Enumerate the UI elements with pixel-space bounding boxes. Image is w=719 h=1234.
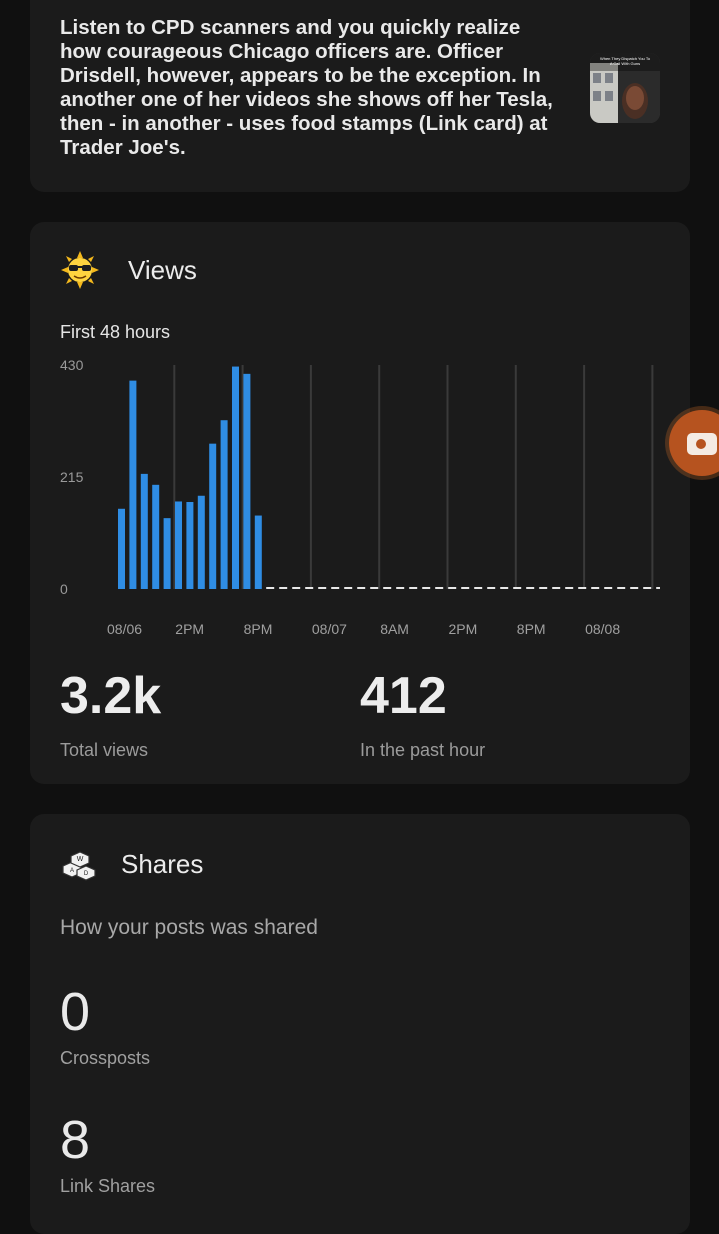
x-tick-label: 08/06	[107, 621, 142, 637]
chart-bars	[118, 366, 262, 589]
thumbnail-image: When They Dispatch You To A Call With Gu…	[590, 53, 660, 123]
x-axis-ticks: 08/06 2PM 8PM 08/07 8AM 2PM 8PM 08/08	[107, 621, 620, 637]
shares-header: W A D Shares	[60, 844, 203, 884]
chart-bar	[220, 420, 228, 589]
chart-bar	[152, 484, 160, 589]
y-tick-label: 215	[60, 469, 84, 485]
total-views-value: 3.2k	[60, 667, 162, 725]
chart-bar	[254, 515, 262, 589]
shares-description: How your posts was shared	[60, 916, 318, 939]
chart-bar	[163, 518, 171, 589]
views-header: Views	[60, 250, 197, 290]
crossposts-label: Crossposts	[60, 1048, 151, 1068]
x-tick-label: 2PM	[175, 621, 204, 637]
svg-text:W: W	[77, 856, 84, 863]
total-views-stat: 3.2k Total views	[60, 666, 161, 761]
svg-text:D: D	[84, 871, 89, 877]
views-title: Views	[128, 254, 197, 285]
chart-bar	[118, 508, 125, 589]
total-views-label: Total views	[60, 740, 149, 760]
views-card: Views First 48 hours 0 215 430 08/06 2PM 8PM…	[30, 222, 690, 784]
camera-icon	[685, 427, 719, 464]
x-tick-label: 08/07	[312, 621, 347, 637]
x-tick-label: 8PM	[244, 621, 273, 637]
keycaps-icon: W A D	[60, 844, 100, 884]
x-tick-label: 8PM	[517, 621, 546, 637]
past-hour-stat: 412 In the past hour	[360, 666, 485, 761]
past-hour-label: In the past hour	[360, 740, 486, 760]
post-thumbnail[interactable]: When They Dispatch You To A Call With Gu…	[590, 53, 660, 123]
svg-text:A: A	[70, 868, 74, 874]
link-shares-stat: 8 Link Shares	[60, 1110, 155, 1197]
shares-title: Shares	[121, 848, 204, 879]
y-tick-label: 0	[60, 581, 68, 597]
y-tick-label: 430	[60, 357, 84, 373]
chart-subtitle: First 48 hours	[60, 322, 171, 342]
chart-bar	[197, 495, 205, 589]
crossposts-value: 0	[60, 982, 91, 1042]
x-tick-label: 08/08	[585, 621, 620, 637]
y-axis-ticks: 0 215 430	[60, 357, 84, 597]
link-shares-label: Link Shares	[60, 1176, 156, 1196]
chart-bar	[209, 443, 217, 589]
shares-card: W A D Shares How your posts was shared 0…	[30, 814, 690, 1234]
svg-text:A Call With Guns: A Call With Guns	[610, 61, 640, 66]
x-tick-label: 2PM	[449, 621, 478, 637]
chart-bar	[232, 366, 239, 589]
x-tick-label: 8AM	[380, 621, 409, 637]
post-text: Listen to CPD scanners and you quickly r…	[60, 16, 553, 159]
crossposts-stat: 0 Crossposts	[60, 982, 150, 1069]
link-shares-value: 8	[60, 1110, 91, 1170]
chart-bar	[243, 373, 251, 589]
chart-bar	[175, 501, 182, 589]
past-hour-value: 412	[360, 667, 447, 725]
chart-bar	[129, 380, 137, 589]
chart-bar	[186, 502, 194, 589]
chart-bar	[140, 473, 148, 589]
views-chart: 0 215 430 08/06 2PM 8PM 08/07 8AM 2PM 8PM 08/08	[60, 357, 660, 637]
post-card: Listen to CPD scanners and you quickly r…	[30, 0, 690, 192]
sunglasses-sun-icon	[60, 250, 100, 290]
